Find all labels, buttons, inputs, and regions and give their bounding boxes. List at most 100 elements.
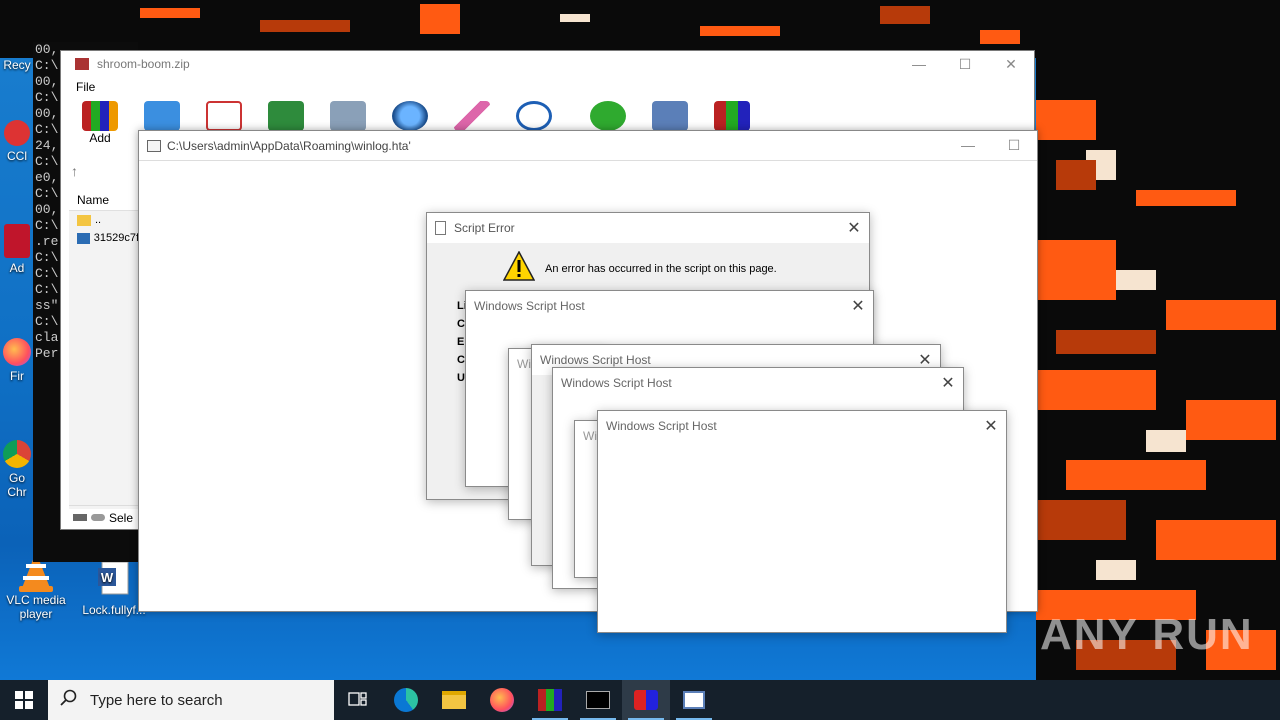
list-item-label: ..	[95, 214, 102, 226]
magic-wand-icon	[454, 101, 490, 131]
search-icon	[60, 689, 78, 711]
taskbar-hta[interactable]	[670, 680, 718, 720]
book-icon	[268, 101, 304, 131]
desktop-icon-label: Lock.fullyf...	[82, 603, 146, 617]
desktop-icon-label: Recy	[3, 58, 31, 72]
script-error-message: An error has occurred in the script on t…	[545, 263, 777, 275]
winrar-titlebar[interactable]: shroom-boom.zip — ☐ ✕	[61, 51, 1034, 77]
wsh-title: Windows Script Host	[540, 353, 651, 367]
svg-text:W: W	[101, 570, 114, 585]
add-button-label: Add	[89, 131, 111, 145]
taskbar-search-box[interactable]: Type here to search	[48, 680, 334, 720]
minimize-icon[interactable]: —	[896, 56, 942, 73]
magnifier-icon	[392, 101, 428, 131]
winrar-menubar: File	[61, 77, 1034, 97]
info-icon	[516, 101, 552, 131]
edge-icon	[394, 688, 418, 712]
taskbar-edge[interactable]	[382, 680, 430, 720]
drive-icon	[73, 514, 87, 521]
hta-title: C:\Users\admin\AppData\Roaming\winlog.ht…	[167, 138, 411, 153]
close-icon[interactable]: ✕	[839, 218, 869, 238]
winrar-file-list: Name .. 31529c7f	[69, 189, 139, 509]
windows-logo-icon	[15, 691, 33, 709]
taskbar: Type here to search	[0, 680, 1280, 720]
acrobat-icon	[4, 224, 30, 258]
desktop-icon-chrome[interactable]: Go Chr	[0, 440, 34, 499]
list-item[interactable]: 31529c7f	[69, 229, 139, 247]
winrar-address-row: ↑	[71, 163, 141, 187]
folder-icon	[442, 691, 466, 709]
desktop-icon-label: Go Chr	[7, 471, 27, 499]
taskbar-firefox[interactable]	[478, 680, 526, 720]
winrar-books-icon	[82, 101, 118, 131]
firefox-icon	[3, 338, 31, 366]
status-text: Sele	[109, 510, 134, 525]
up-arrow-icon[interactable]: ↑	[71, 163, 78, 179]
ccleaner-icon	[4, 120, 30, 146]
glitch-wallpaper-right	[1036, 0, 1280, 680]
folder-icon	[144, 101, 180, 131]
warning-icon	[502, 250, 536, 284]
search-placeholder: Type here to search	[90, 691, 223, 709]
menu-file[interactable]: File	[76, 80, 95, 94]
winrar-app-icon	[75, 58, 89, 70]
close-icon[interactable]: ✕	[843, 296, 873, 316]
hta-titlebar[interactable]: C:\Users\admin\AppData\Roaming\winlog.ht…	[139, 131, 1037, 161]
maximize-icon[interactable]: ☐	[942, 56, 988, 73]
wsh-title-partial: Wi	[517, 357, 531, 371]
anyrun-watermark: ANY RUN	[1040, 610, 1254, 659]
start-button[interactable]	[0, 680, 48, 720]
wsh-titlebar[interactable]: Windows Script Host ✕	[466, 291, 873, 321]
script-error-titlebar[interactable]: Script Error ✕	[427, 213, 869, 243]
desktop-icon-label: VLC media player	[6, 593, 66, 621]
taskbar-wsh[interactable]	[622, 680, 670, 720]
trash-icon	[330, 101, 366, 131]
wsh-titlebar[interactable]: Windows Script Host ✕	[598, 411, 1006, 441]
desktop-icon-label: Fir	[10, 369, 24, 383]
file-icon	[77, 232, 90, 244]
wsh-title-partial: Wi	[583, 429, 597, 443]
wsh-title: Windows Script Host	[561, 376, 672, 390]
chrome-icon	[3, 440, 31, 468]
close-icon[interactable]: ✕	[933, 373, 963, 393]
taskbar-cmd[interactable]	[574, 680, 622, 720]
desktop-icon-firefox[interactable]: Fir	[0, 338, 34, 383]
taskbar-file-explorer[interactable]	[430, 680, 478, 720]
desktop-icon-label: CCl	[7, 149, 27, 163]
window-app-icon	[683, 691, 705, 709]
hta-window-controls: — ☐	[945, 137, 1037, 154]
desktop-icon-acrobat[interactable]: Ad	[0, 224, 34, 275]
desktop-icon-ccleaner[interactable]: CCl	[0, 120, 34, 163]
winrar-window-controls: — ☐ ✕	[896, 56, 1034, 73]
maximize-icon[interactable]: ☐	[991, 137, 1037, 154]
desktop-icon-recycle-bin[interactable]: Recy	[0, 58, 34, 72]
box-icon	[714, 101, 750, 131]
add-button[interactable]: Add	[79, 101, 121, 153]
column-header-name[interactable]: Name	[69, 189, 139, 211]
document-icon	[435, 221, 446, 235]
terminal-icon	[586, 691, 610, 709]
folder-icon	[77, 214, 91, 226]
bug-icon	[590, 101, 626, 131]
word-document-icon: W	[94, 560, 134, 600]
task-view-button[interactable]	[334, 680, 382, 720]
list-item[interactable]: ..	[69, 211, 139, 229]
list-item-label: 31529c7f	[93, 232, 139, 244]
hta-app-icon	[147, 139, 161, 152]
wsh-dialog[interactable]: Windows Script Host ✕	[597, 410, 1007, 633]
close-icon[interactable]: ✕	[976, 416, 1006, 436]
minimize-icon[interactable]: —	[945, 137, 991, 154]
comment-icon	[652, 101, 688, 131]
taskbar-winrar[interactable]	[526, 680, 574, 720]
winrar-icon	[538, 689, 562, 711]
desktop-icon-label: Ad	[9, 261, 25, 275]
winrar-statusbar: Sele	[69, 505, 139, 529]
winrar-title: shroom-boom.zip	[97, 57, 190, 71]
script-error-title: Script Error	[454, 221, 515, 235]
firefox-icon	[490, 688, 514, 712]
key-icon	[91, 514, 105, 521]
wsh-title: Windows Script Host	[474, 299, 585, 313]
wsh-title: Windows Script Host	[606, 419, 717, 433]
close-icon[interactable]: ✕	[988, 56, 1034, 73]
wsh-titlebar[interactable]: Windows Script Host ✕	[553, 368, 963, 398]
